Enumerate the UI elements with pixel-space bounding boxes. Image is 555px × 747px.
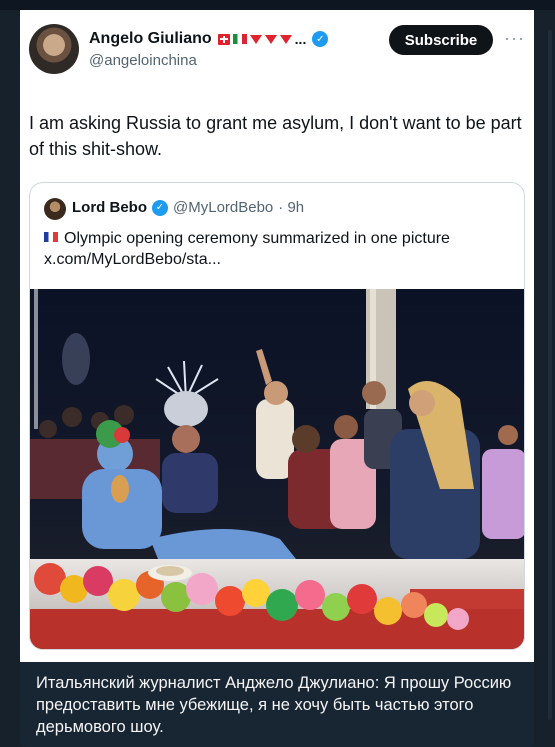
red-triangle-icon <box>249 34 262 44</box>
tweet-screenshot[interactable]: Angelo Giuliano ... ✓ @angeloinchina Sub… <box>20 10 534 662</box>
red-triangle-icon <box>264 34 277 44</box>
quoted-text: Olympic opening ceremony summarized in o… <box>44 228 514 270</box>
quoted-link[interactable]: x.com/MyLordBebo/sta... <box>44 249 514 270</box>
quoted-text-content: Olympic opening ceremony summarized in o… <box>64 230 450 247</box>
more-icon[interactable]: ··· <box>504 28 525 49</box>
author-handle[interactable]: @angeloinchina <box>89 52 197 69</box>
quoted-author-name[interactable]: Lord Bebo <box>72 199 147 216</box>
ceremony-photo[interactable] <box>30 289 525 650</box>
verified-badge-icon: ✓ <box>312 31 329 47</box>
verified-badge-icon: ✓ <box>152 199 168 216</box>
tweet-text: I am asking Russia to grant me asylum, I… <box>29 113 522 159</box>
quoted-time: · 9h <box>278 199 305 216</box>
swiss-flag-icon <box>217 33 230 45</box>
red-triangle-icon <box>279 34 292 44</box>
message-caption: Итальянский журналист Анджело Джулиано: … <box>36 674 512 736</box>
message-bubble: Angelo Giuliano ... ✓ @angeloinchina Sub… <box>20 10 534 747</box>
avatar[interactable] <box>29 24 79 74</box>
italian-flag-icon <box>232 34 247 44</box>
window-top-strip <box>0 0 555 10</box>
subscribe-button[interactable]: Subscribe <box>389 25 493 55</box>
french-flag-icon <box>44 232 58 242</box>
author-row: Angelo Giuliano ... ✓ <box>89 30 329 48</box>
quoted-text-line1: Olympic opening ceremony summarized in o… <box>44 228 514 249</box>
scrollbar[interactable] <box>548 30 552 720</box>
name-ellipsis: ... <box>294 31 307 47</box>
quoted-author-handle[interactable]: @MyLordBebo <box>173 199 273 216</box>
quoted-tweet[interactable]: Lord Bebo ✓ @MyLordBebo · 9h Olympic ope… <box>29 182 525 650</box>
quoted-author-row: Lord Bebo ✓ @MyLordBebo · 9h <box>72 199 304 216</box>
flag-emojis: ... <box>217 31 307 47</box>
quoted-avatar[interactable] <box>44 198 66 220</box>
author-name[interactable]: Angelo Giuliano <box>89 30 212 48</box>
